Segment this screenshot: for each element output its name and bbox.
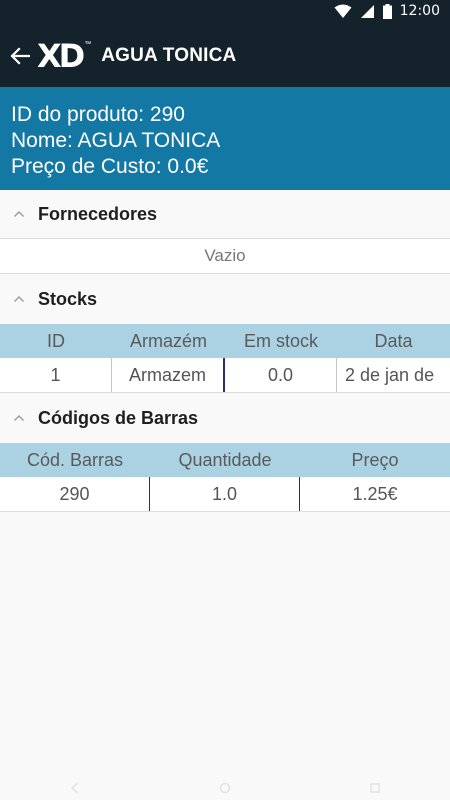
back-button[interactable] — [3, 25, 37, 87]
stocks-col-date: Data — [374, 330, 413, 351]
app-logo: XD ™ — [37, 39, 91, 73]
system-nav-bar — [0, 776, 450, 800]
suppliers-empty-text: Vazio — [0, 239, 450, 273]
section-barcodes-title: Códigos de Barras — [38, 407, 199, 428]
stocks-cell-date: 2 de jan de — [345, 364, 435, 385]
stocks-cell-id: 1 — [0, 358, 112, 392]
product-info-panel: ID do produto: 290 Nome: AGUA TONICA Pre… — [0, 87, 450, 190]
section-barcodes-header[interactable]: Códigos de Barras — [0, 394, 450, 442]
back-arrow-icon — [10, 47, 30, 65]
signal-icon — [360, 4, 374, 18]
chevron-up-icon — [14, 415, 24, 421]
stocks-cell-warehouse: Armazem — [112, 358, 225, 392]
status-time: 12:00 — [399, 3, 440, 19]
app-bar: XD ™ AGUA TONICA — [0, 25, 450, 87]
product-id: ID do produto: 290 — [11, 103, 185, 126]
nav-back-icon[interactable] — [69, 782, 81, 794]
section-suppliers-header[interactable]: Fornecedores — [0, 190, 450, 238]
divider — [0, 273, 450, 274]
chevron-up-icon — [14, 296, 24, 302]
logo-mark: XD — [37, 37, 85, 75]
barcodes-col-quantity: Quantidade — [178, 449, 272, 470]
product-name: Nome: AGUA TONICA — [11, 129, 221, 152]
stocks-col-warehouse: Armazém — [129, 330, 207, 351]
battery-icon — [382, 3, 392, 19]
table-row[interactable]: 290 1.0 1.25€ — [0, 477, 450, 511]
logo-trademark: ™ — [84, 41, 92, 48]
section-suppliers-title: Fornecedores — [38, 203, 158, 224]
divider — [0, 511, 450, 512]
stocks-col-in-stock: Em stock — [243, 330, 318, 351]
chevron-up-icon — [14, 211, 24, 217]
stocks-table-header: ID Armazém Em stock Data — [0, 324, 450, 358]
table-row[interactable]: 1 Armazem 0.0 2 de jan de — [0, 358, 450, 392]
nav-recents-icon[interactable] — [369, 782, 381, 794]
section-stocks-title: Stocks — [38, 288, 98, 309]
divider — [0, 392, 450, 393]
barcodes-cell-barcode: 290 — [0, 477, 150, 511]
status-bar: 12:00 — [0, 0, 450, 25]
product-cost: Preço de Custo: 0.0€ — [11, 155, 209, 178]
stocks-cell-in-stock: 0.0 — [225, 358, 337, 392]
barcodes-table-header: Cód. Barras Quantidade Preço — [0, 443, 450, 477]
stocks-col-id: ID — [47, 330, 65, 351]
barcodes-col-price: Preço — [351, 449, 399, 470]
nav-home-icon[interactable] — [219, 782, 231, 794]
barcodes-col-barcode: Cód. Barras — [26, 449, 124, 470]
section-stocks-header[interactable]: Stocks — [0, 275, 450, 323]
barcodes-cell-price: 1.25€ — [352, 483, 398, 504]
page-title: AGUA TONICA — [101, 45, 237, 66]
barcodes-cell-quantity: 1.0 — [150, 477, 300, 511]
wifi-icon — [334, 4, 352, 18]
